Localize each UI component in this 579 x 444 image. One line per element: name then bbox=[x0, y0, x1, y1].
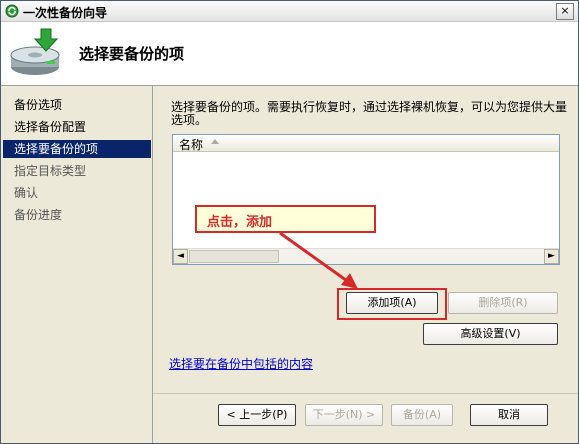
backup-drive-icon bbox=[10, 28, 60, 75]
step-confirm: 确认 bbox=[14, 186, 39, 200]
main-panel: 选择要备份的项。需要执行恢复时，通过选择裸机恢复，可以为您提供大量选项。 名称 … bbox=[153, 86, 578, 443]
add-item-button[interactable]: 添加项(A) bbox=[346, 292, 438, 314]
scroll-left-arrow[interactable]: ◄ bbox=[173, 249, 188, 264]
title-bar: 一次性备份向导 × bbox=[1, 1, 578, 22]
window-title: 一次性备份向导 bbox=[23, 6, 108, 20]
horizontal-scrollbar[interactable]: ◄ ► bbox=[173, 248, 559, 264]
remove-item-button[interactable]: 删除项(R) bbox=[448, 292, 558, 314]
step-select-items: 选择要备份的项 bbox=[3, 140, 151, 158]
items-list[interactable]: 名称 ◄ ► bbox=[172, 134, 560, 265]
backup-button[interactable]: 备份(A) bbox=[391, 404, 453, 426]
wizard-header: 选择要备份的项 bbox=[1, 22, 578, 86]
wizard-recycle-icon bbox=[5, 4, 19, 18]
annotation-text: 点击，添加 bbox=[207, 215, 273, 230]
sort-ascending-icon bbox=[211, 139, 219, 144]
scroll-right-arrow[interactable]: ► bbox=[544, 249, 559, 264]
list-column-header[interactable]: 名称 bbox=[173, 135, 559, 152]
previous-button[interactable]: < 上一步(P) bbox=[218, 404, 296, 426]
page-title: 选择要备份的项 bbox=[79, 45, 185, 63]
wizard-steps: 备份选项 选择备份配置 选择要备份的项 指定目标类型 确认 备份进度 bbox=[1, 86, 153, 443]
annotation-callout: 点击，添加 bbox=[195, 205, 376, 233]
step-backup-config: 选择备份配置 bbox=[14, 120, 87, 134]
description-text: 选择要备份的项。需要执行恢复时，通过选择裸机恢复，可以为您提供大量选项。 bbox=[171, 100, 568, 127]
close-button[interactable]: × bbox=[556, 3, 574, 20]
step-backup-options: 备份选项 bbox=[14, 98, 63, 112]
cancel-button[interactable]: 取消 bbox=[470, 404, 548, 426]
advanced-settings-button[interactable]: 高级设置(V) bbox=[423, 323, 558, 345]
next-button[interactable]: 下一步(N) > bbox=[305, 404, 383, 426]
step-progress: 备份进度 bbox=[14, 208, 63, 222]
step-destination-type: 指定目标类型 bbox=[14, 164, 87, 178]
scroll-thumb[interactable] bbox=[189, 250, 279, 263]
column-name-label: 名称 bbox=[179, 138, 204, 152]
include-content-link[interactable]: 选择要在备份中包括的内容 bbox=[169, 355, 313, 372]
